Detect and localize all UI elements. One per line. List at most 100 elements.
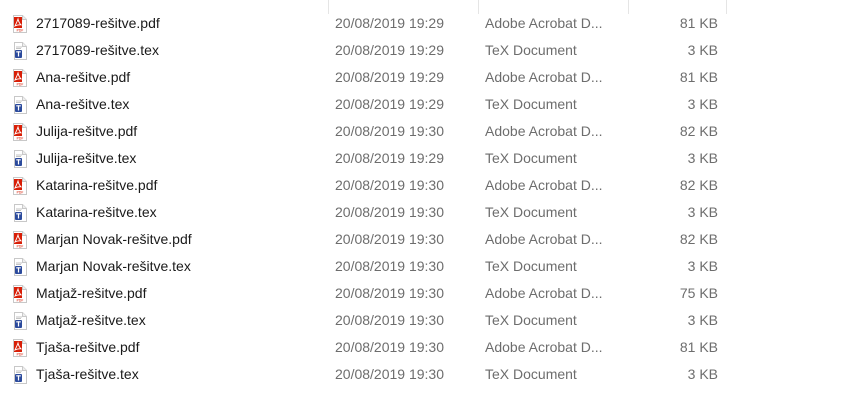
file-name[interactable]: Julija-rešitve.pdf [36, 118, 137, 145]
date-modified: 20/08/2019 19:30 [335, 339, 444, 355]
file-name[interactable]: Ana-rešitve.tex [36, 91, 129, 118]
file-name-cell[interactable]: Tjaša-rešitve.tex [12, 361, 324, 388]
file-row[interactable]: PDF Ana-rešitve.pdf 20/08/2019 19:29 Adobe … [0, 64, 844, 91]
tex-icon [12, 95, 28, 114]
file-type: TeX Document [485, 42, 577, 58]
file-name[interactable]: Marjan Novak-rešitve.pdf [36, 226, 192, 253]
file-size: 81 KB [679, 15, 718, 31]
pdf-icon: PDF [12, 230, 28, 249]
date-modified: 20/08/2019 19:30 [335, 312, 444, 328]
date-modified: 20/08/2019 19:30 [335, 204, 444, 220]
file-size: 3 KB [687, 42, 718, 58]
file-name[interactable]: Marjan Novak-rešitve.tex [36, 253, 191, 280]
pdf-icon: PDF [12, 284, 28, 303]
file-size: 75 KB [679, 285, 718, 301]
svg-text:PDF: PDF [16, 244, 23, 248]
file-row[interactable]: Matjaž-rešitve.tex 20/08/2019 19:30 TeX Do… [0, 307, 844, 334]
pdf-icon: PDF [12, 338, 28, 357]
tex-icon [12, 365, 28, 384]
pdf-icon: PDF [12, 14, 28, 33]
file-size: 82 KB [679, 123, 718, 139]
file-name-cell[interactable]: Julija-rešitve.tex [12, 145, 324, 172]
file-name-cell[interactable]: PDF Marjan Novak-rešitve.pdf [12, 226, 324, 253]
file-type: Adobe Acrobat D... [485, 15, 603, 31]
file-type: Adobe Acrobat D... [485, 123, 603, 139]
file-size: 82 KB [679, 231, 718, 247]
date-modified: 20/08/2019 19:29 [335, 150, 444, 166]
date-modified: 20/08/2019 19:30 [335, 258, 444, 274]
date-modified: 20/08/2019 19:30 [335, 177, 444, 193]
file-name-cell[interactable]: PDF Katarina-rešitve.pdf [12, 172, 324, 199]
file-type: TeX Document [485, 258, 577, 274]
file-type: Adobe Acrobat D... [485, 69, 603, 85]
file-size: 3 KB [687, 366, 718, 382]
file-list: PDF 2717089-rešitve.pdf 20/08/2019 19:29 Ad… [0, 0, 844, 388]
file-name-cell[interactable]: Marjan Novak-rešitve.tex [12, 253, 324, 280]
file-row[interactable]: Ana-rešitve.tex 20/08/2019 19:29 TeX Docum… [0, 91, 844, 118]
file-row[interactable]: 2717089-rešitve.tex 20/08/2019 19:29 TeX D… [0, 37, 844, 64]
date-modified: 20/08/2019 19:30 [335, 366, 444, 382]
file-name-cell[interactable]: PDF Tjaša-rešitve.pdf [12, 334, 324, 361]
date-modified: 20/08/2019 19:29 [335, 15, 444, 31]
file-name-cell[interactable]: Katarina-rešitve.tex [12, 199, 324, 226]
file-size: 3 KB [687, 96, 718, 112]
file-row[interactable]: Tjaša-rešitve.tex 20/08/2019 19:30 TeX Doc… [0, 361, 844, 388]
file-type: Adobe Acrobat D... [485, 285, 603, 301]
tex-icon [12, 203, 28, 222]
file-name-cell[interactable]: PDF Matjaž-rešitve.pdf [12, 280, 324, 307]
file-name-cell[interactable]: 2717089-rešitve.tex [12, 37, 324, 64]
file-size: 82 KB [679, 177, 718, 193]
file-name-cell[interactable]: Ana-rešitve.tex [12, 91, 324, 118]
file-row[interactable]: Marjan Novak-rešitve.tex 20/08/2019 19:30… [0, 253, 844, 280]
tex-icon [12, 311, 28, 330]
file-name-cell[interactable]: PDF Julija-rešitve.pdf [12, 118, 324, 145]
svg-text:PDF: PDF [16, 298, 23, 302]
file-name[interactable]: Matjaž-rešitve.pdf [36, 280, 146, 307]
svg-text:PDF: PDF [16, 28, 23, 32]
file-size: 3 KB [687, 258, 718, 274]
file-row[interactable]: PDF 2717089-rešitve.pdf 20/08/2019 19:29 Ad… [0, 10, 844, 37]
file-name[interactable]: Julija-rešitve.tex [36, 145, 136, 172]
file-type: TeX Document [485, 150, 577, 166]
pdf-icon: PDF [12, 122, 28, 141]
file-name-cell[interactable]: Matjaž-rešitve.tex [12, 307, 324, 334]
file-size: 81 KB [679, 69, 718, 85]
svg-text:PDF: PDF [16, 190, 23, 194]
file-type: TeX Document [485, 366, 577, 382]
file-name[interactable]: Katarina-rešitve.tex [36, 199, 157, 226]
file-row[interactable]: Katarina-rešitve.tex 20/08/2019 19:30 TeX … [0, 199, 844, 226]
file-rows: PDF 2717089-rešitve.pdf 20/08/2019 19:29 Ad… [0, 10, 844, 388]
date-modified: 20/08/2019 19:30 [335, 231, 444, 247]
file-name[interactable]: Katarina-rešitve.pdf [36, 172, 157, 199]
file-name-cell[interactable]: PDF Ana-rešitve.pdf [12, 64, 324, 91]
file-row[interactable]: PDF Katarina-rešitve.pdf 20/08/2019 19:30 A… [0, 172, 844, 199]
file-name[interactable]: Tjaša-rešitve.pdf [36, 334, 139, 361]
file-row[interactable]: PDF Marjan Novak-rešitve.pdf 20/08/2019 19… [0, 226, 844, 253]
file-type: Adobe Acrobat D... [485, 177, 603, 193]
file-size: 3 KB [687, 150, 718, 166]
date-modified: 20/08/2019 19:29 [335, 42, 444, 58]
file-name[interactable]: Matjaž-rešitve.tex [36, 307, 146, 334]
tex-icon [12, 149, 28, 168]
date-modified: 20/08/2019 19:30 [335, 123, 444, 139]
pdf-icon: PDF [12, 176, 28, 195]
file-name[interactable]: 2717089-rešitve.tex [36, 37, 159, 64]
file-row[interactable]: PDF Julija-rešitve.pdf 20/08/2019 19:30 Ado… [0, 118, 844, 145]
file-name[interactable]: Tjaša-rešitve.tex [36, 361, 139, 388]
file-size: 81 KB [679, 339, 718, 355]
date-modified: 20/08/2019 19:30 [335, 285, 444, 301]
file-type: Adobe Acrobat D... [485, 231, 603, 247]
svg-text:PDF: PDF [16, 352, 23, 356]
file-row[interactable]: Julija-rešitve.tex 20/08/2019 19:29 TeX Do… [0, 145, 844, 172]
svg-text:PDF: PDF [16, 82, 23, 86]
file-size: 3 KB [687, 204, 718, 220]
date-modified: 20/08/2019 19:29 [335, 69, 444, 85]
file-type: TeX Document [485, 204, 577, 220]
file-name-cell[interactable]: PDF 2717089-rešitve.pdf [12, 10, 324, 37]
file-name[interactable]: 2717089-rešitve.pdf [36, 10, 160, 37]
file-row[interactable]: PDF Matjaž-rešitve.pdf 20/08/2019 19:30 Ado… [0, 280, 844, 307]
file-row[interactable]: PDF Tjaša-rešitve.pdf 20/08/2019 19:30 Adob… [0, 334, 844, 361]
svg-text:PDF: PDF [16, 136, 23, 140]
file-name[interactable]: Ana-rešitve.pdf [36, 64, 130, 91]
date-modified: 20/08/2019 19:29 [335, 96, 444, 112]
